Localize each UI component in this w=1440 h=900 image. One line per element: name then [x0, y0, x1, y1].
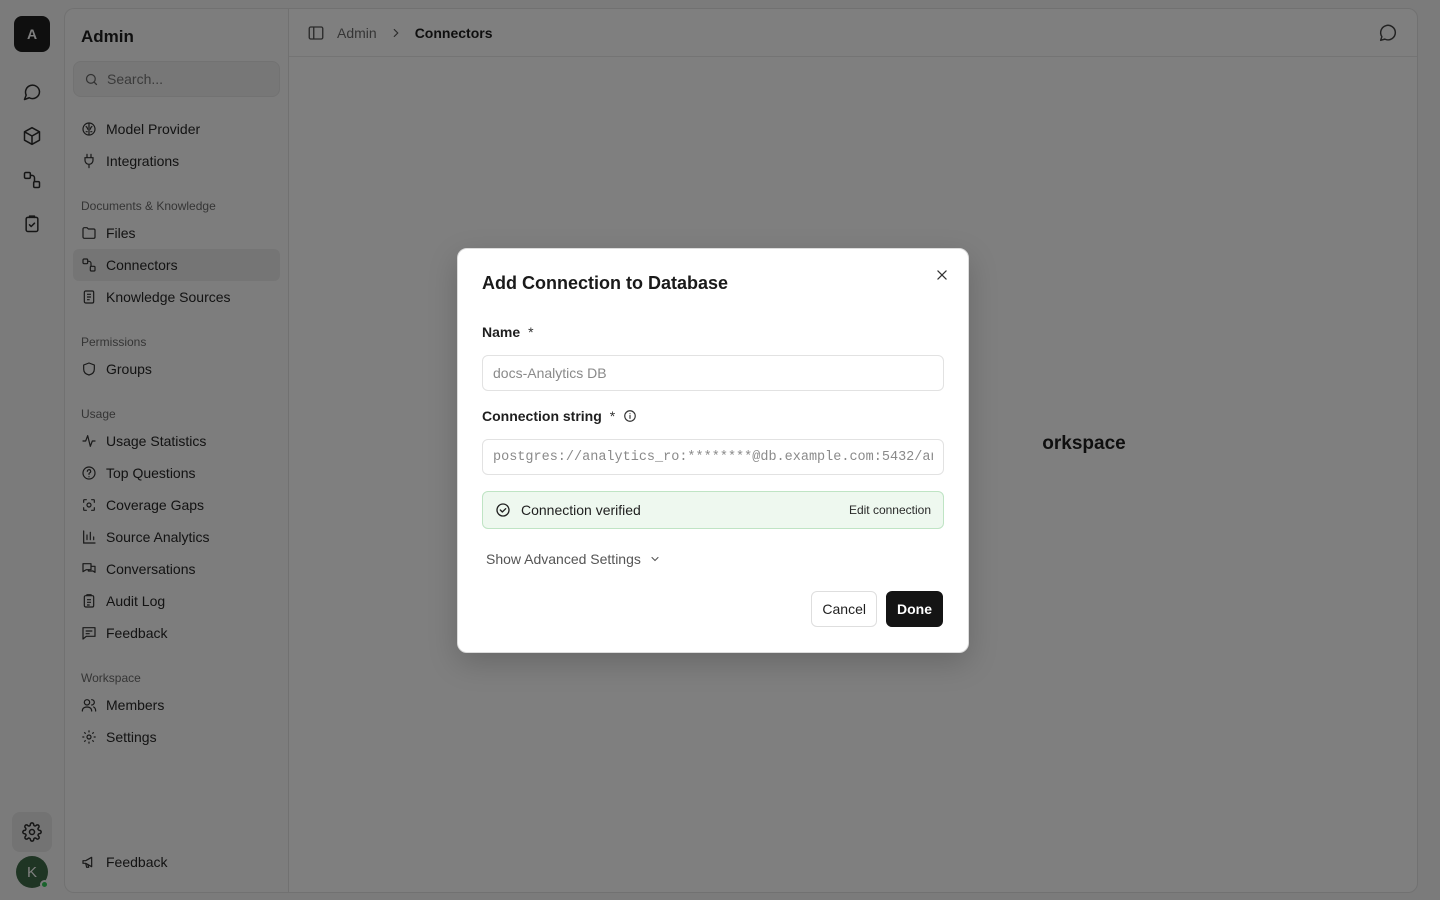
connection-string-label-text: Connection string [482, 408, 602, 424]
name-label: Name * [482, 323, 944, 341]
close-icon[interactable] [932, 265, 952, 285]
verified-text: Connection verified [521, 502, 641, 518]
check-circle-icon [496, 503, 510, 517]
name-label-text: Name [482, 324, 521, 340]
done-button[interactable]: Done [886, 591, 943, 627]
add-connection-dialog: Add Connection to Database Name * Connec… [457, 248, 969, 653]
required-asterisk: * [528, 324, 534, 340]
cancel-button[interactable]: Cancel [811, 591, 877, 627]
dialog-title: Add Connection to Database [482, 273, 729, 293]
connection-string-field[interactable] [482, 439, 944, 475]
info-icon[interactable] [623, 409, 637, 423]
dialog-actions: Cancel Done [811, 591, 943, 627]
advanced-settings-toggle[interactable]: Show Advanced Settings [486, 549, 944, 569]
edit-connection-link[interactable]: Edit connection [849, 503, 931, 517]
chevron-down-icon [651, 556, 659, 562]
required-asterisk: * [609, 408, 616, 424]
connection-verified-banner: Connection verified Edit connection [482, 491, 944, 529]
name-field[interactable] [482, 355, 944, 391]
advanced-settings-label: Show Advanced Settings [486, 551, 641, 567]
app-root: A K Admin [0, 0, 1440, 900]
connection-string-label: Connection string * [482, 407, 944, 425]
